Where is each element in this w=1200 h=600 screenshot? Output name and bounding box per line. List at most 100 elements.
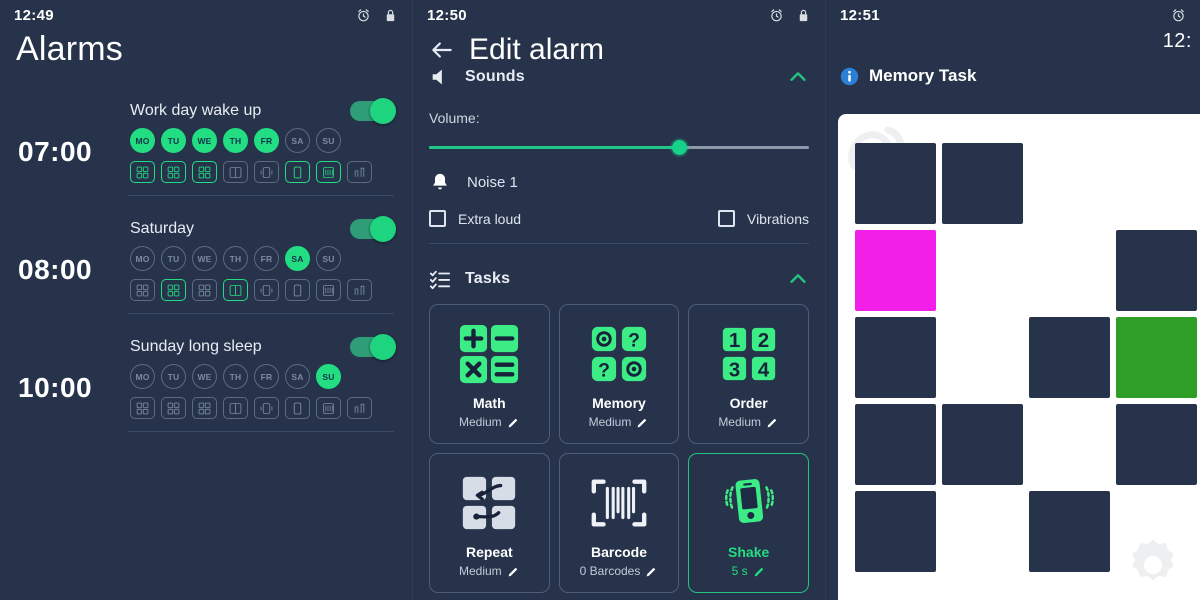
memory-tile[interactable]: [1026, 227, 1113, 314]
memory-tile[interactable]: [1113, 227, 1200, 314]
task-chip-steps-icon[interactable]: [347, 279, 372, 301]
checkbox-box[interactable]: [429, 210, 446, 227]
weekday-th[interactable]: TH: [223, 364, 248, 389]
weekday-tu[interactable]: TU: [161, 246, 186, 271]
memory-tile[interactable]: [852, 488, 939, 575]
weekday-th[interactable]: TH: [223, 246, 248, 271]
task-chip-math-icon[interactable]: [130, 397, 155, 419]
task-chip-barcode-icon[interactable]: [316, 279, 341, 301]
task-chip-phone-icon[interactable]: [285, 279, 310, 301]
alarm-enable-toggle[interactable]: [350, 98, 396, 124]
weekday-th[interactable]: TH: [223, 128, 248, 153]
pencil-icon[interactable]: [507, 416, 520, 429]
task-card-order[interactable]: 1 2 3 4 Order Medium: [688, 304, 809, 444]
alarm-time[interactable]: 10:00: [18, 372, 92, 404]
task-difficulty[interactable]: Medium: [459, 564, 520, 578]
weekday-we[interactable]: WE: [192, 364, 217, 389]
memory-tile[interactable]: [1026, 314, 1113, 401]
weekday-mo[interactable]: MO: [130, 364, 155, 389]
memory-tile[interactable]: [852, 314, 939, 401]
memory-tile[interactable]: [1113, 401, 1200, 488]
volume-slider[interactable]: [413, 126, 825, 156]
task-chip-memory-icon[interactable]: [161, 161, 186, 183]
task-chip-barcode-icon[interactable]: [316, 161, 341, 183]
task-chip-steps-icon[interactable]: [347, 397, 372, 419]
task-chip-shake-icon[interactable]: [254, 161, 279, 183]
chevron-up-icon[interactable]: [787, 268, 809, 290]
task-chip-memory-icon[interactable]: [161, 279, 186, 301]
weekday-sa[interactable]: SA: [285, 246, 310, 271]
weekday-su[interactable]: SU: [316, 364, 341, 389]
memory-tile[interactable]: [939, 401, 1026, 488]
task-chip-shake-icon[interactable]: [254, 397, 279, 419]
task-difficulty[interactable]: Medium: [459, 415, 520, 429]
weekday-su[interactable]: SU: [316, 128, 341, 153]
task-shake-duration[interactable]: 5 s: [732, 564, 766, 578]
weekday-selector[interactable]: MO TU WE TH FR SA SU: [130, 246, 394, 271]
task-chip-sequence-icon[interactable]: [223, 279, 248, 301]
task-card-math[interactable]: Math Medium: [429, 304, 550, 444]
extra-loud-checkbox[interactable]: Extra loud: [429, 210, 521, 227]
memory-tile[interactable]: [1026, 140, 1113, 227]
memory-tile[interactable]: [1113, 488, 1200, 575]
weekday-selector[interactable]: MO TU WE TH FR SA SU: [130, 364, 394, 389]
weekday-fr[interactable]: FR: [254, 246, 279, 271]
sound-selector-row[interactable]: Noise 1: [413, 156, 825, 196]
task-difficulty[interactable]: Medium: [718, 415, 779, 429]
task-chip-sequence-icon[interactable]: [223, 397, 248, 419]
pencil-icon[interactable]: [645, 565, 658, 578]
pencil-icon[interactable]: [636, 416, 649, 429]
memory-tile[interactable]: [939, 488, 1026, 575]
alarm-enable-toggle[interactable]: [350, 216, 396, 242]
memory-tile[interactable]: [939, 140, 1026, 227]
memory-tile[interactable]: [1026, 488, 1113, 575]
vibrations-checkbox[interactable]: Vibrations: [717, 210, 809, 227]
list-item[interactable]: Saturday 08:00 MO TU WE TH FR SA SU: [0, 206, 412, 324]
memory-tile[interactable]: [939, 314, 1026, 401]
weekday-we[interactable]: WE: [192, 246, 217, 271]
weekday-mo[interactable]: MO: [130, 246, 155, 271]
weekday-tu[interactable]: TU: [161, 128, 186, 153]
weekday-fr[interactable]: FR: [254, 364, 279, 389]
task-chip-barcode-icon[interactable]: [316, 397, 341, 419]
chevron-up-icon[interactable]: [787, 66, 809, 88]
weekday-we[interactable]: WE: [192, 128, 217, 153]
task-chip-math-icon[interactable]: [130, 161, 155, 183]
task-card-barcode[interactable]: Barcode 0 Barcodes: [558, 453, 680, 593]
pencil-icon[interactable]: [766, 416, 779, 429]
alarm-time[interactable]: 07:00: [18, 136, 92, 168]
list-item[interactable]: Work day wake up 07:00 MO TU WE TH FR SA: [0, 88, 412, 206]
task-chip-math-icon[interactable]: [130, 279, 155, 301]
checkbox-box[interactable]: [717, 210, 735, 227]
pencil-icon[interactable]: [507, 565, 520, 578]
memory-tile-grid[interactable]: [852, 140, 1200, 575]
slider-thumb[interactable]: [672, 140, 688, 155]
list-item[interactable]: Sunday long sleep 10:00 MO TU WE TH FR S…: [0, 324, 412, 442]
alarm-enable-toggle[interactable]: [350, 334, 396, 360]
task-chip-shake-icon[interactable]: [254, 279, 279, 301]
task-chip-order-icon[interactable]: [192, 279, 217, 301]
task-card-memory[interactable]: ? ? Memory Medium: [558, 304, 680, 444]
weekday-selector[interactable]: MO TU WE TH FR SA SU: [130, 128, 394, 153]
task-chip-order-icon[interactable]: [192, 397, 217, 419]
memory-tile[interactable]: [1113, 314, 1200, 401]
weekday-su[interactable]: SU: [316, 246, 341, 271]
alarm-time[interactable]: 08:00: [18, 254, 92, 286]
memory-tile[interactable]: [939, 227, 1026, 314]
memory-tile[interactable]: [852, 140, 939, 227]
task-difficulty[interactable]: Medium: [589, 415, 650, 429]
task-chip-memory-icon[interactable]: [161, 397, 186, 419]
task-chip-steps-icon[interactable]: [347, 161, 372, 183]
pencil-icon[interactable]: [753, 565, 766, 578]
task-chip-phone-icon[interactable]: [285, 161, 310, 183]
weekday-tu[interactable]: TU: [161, 364, 186, 389]
task-chip-order-icon[interactable]: [192, 161, 217, 183]
memory-tile[interactable]: [1026, 401, 1113, 488]
task-card-repeat[interactable]: Repeat Medium: [429, 453, 550, 593]
weekday-fr[interactable]: FR: [254, 128, 279, 153]
task-barcode-count[interactable]: 0 Barcodes: [580, 564, 659, 578]
memory-tile[interactable]: [852, 401, 939, 488]
task-chip-phone-icon[interactable]: [285, 397, 310, 419]
memory-tile[interactable]: [852, 227, 939, 314]
weekday-sa[interactable]: SA: [285, 364, 310, 389]
